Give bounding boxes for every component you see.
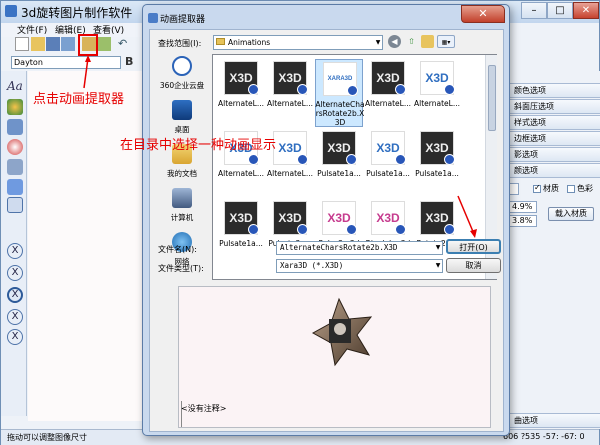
annotation-arrow-2 <box>457 195 477 238</box>
